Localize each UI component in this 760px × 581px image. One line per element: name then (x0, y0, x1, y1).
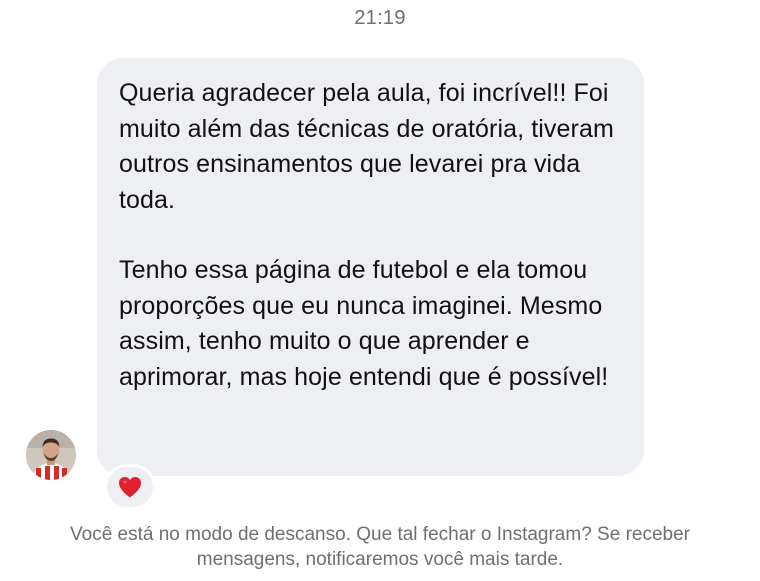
red-heart-icon (119, 477, 141, 498)
message-bubble[interactable]: Queria agradecer pela aula, foi incrível… (97, 58, 644, 476)
sender-avatar[interactable] (26, 430, 76, 480)
message-paragraph-2: Tenho essa página de futebol e ela tomou… (119, 256, 609, 391)
message-paragraph-1: Queria agradecer pela aula, foi incrível… (119, 79, 614, 214)
dm-thread: 21:19 Queria agradecer pela aula, foi in… (0, 0, 760, 581)
message-timestamp: 21:19 (354, 7, 406, 29)
reaction-badge[interactable] (104, 464, 156, 510)
profile-photo-icon (26, 430, 76, 480)
quiet-mode-notice: Você está no modo de descanso. Que tal f… (70, 524, 690, 570)
